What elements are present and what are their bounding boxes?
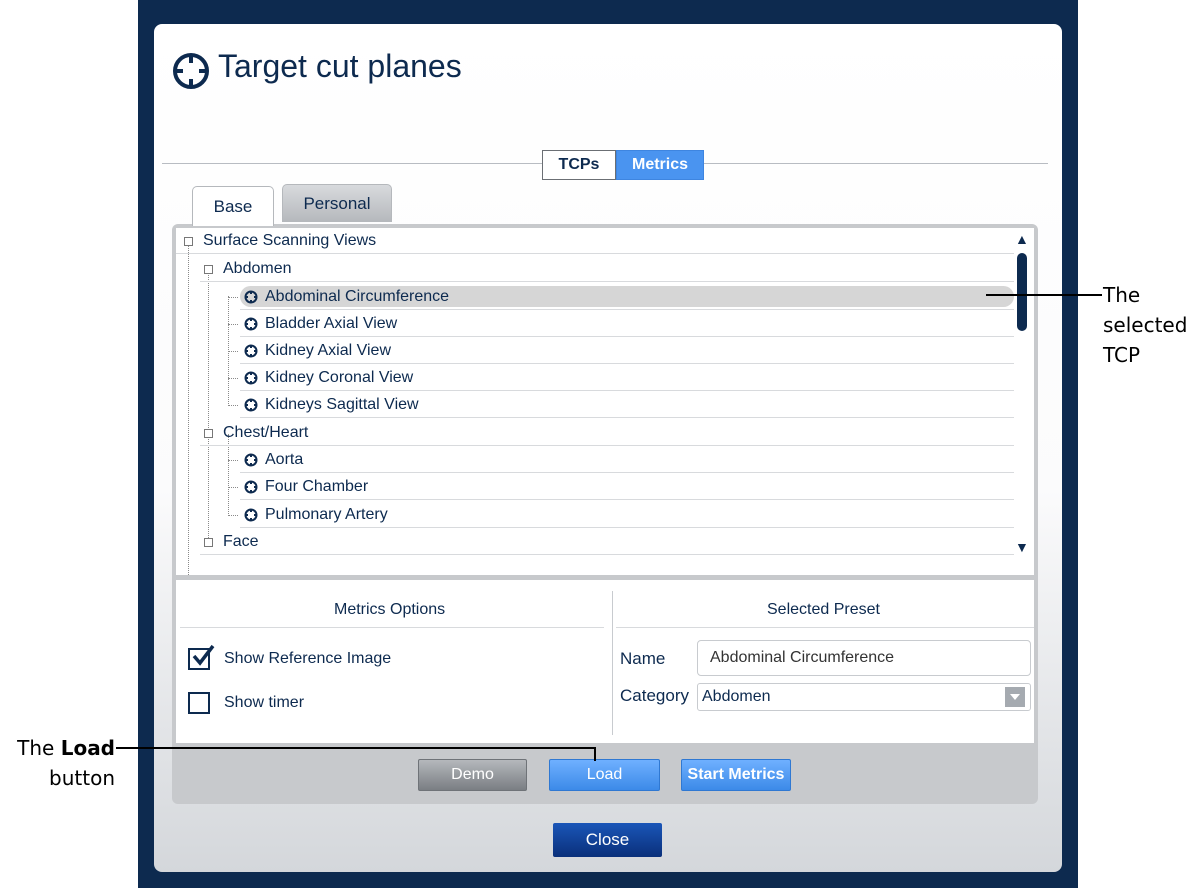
tree-item-kidney-axial-view[interactable]: Kidney Axial View [240, 338, 1014, 364]
target-icon [244, 398, 258, 412]
metrics-options-title: Metrics Options [334, 601, 446, 618]
scroll-up-arrow[interactable]: ▲ [1015, 231, 1029, 247]
scroll-down-arrow[interactable]: ▼ [1015, 539, 1029, 555]
tcps-toggle-button[interactable]: TCPs [542, 150, 616, 180]
tree-node-label: Face [223, 532, 259, 550]
options-divider [612, 591, 613, 735]
load-callout-line [594, 747, 596, 761]
tree-item-kidney-coronal-view[interactable]: Kidney Coronal View [240, 365, 1014, 391]
callout-line-1: The [1103, 283, 1141, 307]
close-button[interactable]: Close [553, 823, 662, 857]
name-label: Name [620, 649, 666, 668]
target-icon [244, 508, 258, 522]
tree-item-kidneys-sagittal-view[interactable]: Kidneys Sagittal View [240, 392, 1014, 418]
tree-connector [228, 487, 238, 488]
tree-connector [228, 460, 238, 461]
tree-connector [228, 378, 238, 379]
scrollbar-thumb[interactable] [1017, 253, 1027, 331]
tree-expander[interactable] [184, 237, 193, 246]
start-metrics-button[interactable]: Start Metrics [681, 759, 791, 791]
target-icon [244, 290, 258, 304]
target-icon [244, 371, 258, 385]
tree-item-label: Kidney Coronal View [265, 368, 414, 386]
tree-item-abdominal-circumference[interactable]: Abdominal Circumference [240, 284, 1014, 310]
tree-item-pulmonary-artery[interactable]: Pulmonary Artery [240, 502, 1014, 528]
tree-expander[interactable] [204, 429, 213, 438]
category-value: Abdomen [702, 688, 771, 705]
tree-connector [228, 405, 238, 406]
tree-connector [228, 515, 238, 516]
tab-personal[interactable]: Personal [282, 184, 392, 222]
tree-item-label: Four Chamber [265, 477, 369, 495]
tree-item-label: Kidneys Sagittal View [265, 395, 419, 413]
tree-node-label: Abdomen [223, 259, 292, 277]
tree-connector [188, 242, 189, 575]
callout-prefix: The [17, 736, 61, 760]
preset-name-field[interactable]: Abdominal Circumference [697, 640, 1031, 676]
metrics-toggle-button[interactable]: Metrics [616, 150, 704, 180]
demo-button[interactable]: Demo [418, 759, 527, 791]
callout-line-2: button [49, 766, 115, 790]
selected-tcp-callout-line [986, 294, 1102, 296]
target-icon [244, 317, 258, 331]
show-timer-checkbox[interactable] [188, 692, 210, 714]
callout-bold: Load [60, 736, 115, 760]
section-divider [616, 627, 1034, 628]
tree-node-surface-scanning-views[interactable]: Surface Scanning Views [176, 228, 1014, 254]
tab-base[interactable]: Base [192, 186, 274, 226]
chevron-down-icon [1005, 687, 1025, 707]
tcp-tree: Surface Scanning Views Abdomen Abdominal… [176, 228, 1034, 575]
tree-expander[interactable] [204, 538, 213, 547]
tree-node-label: Surface Scanning Views [203, 231, 377, 249]
tree-expander[interactable] [204, 265, 213, 274]
tree-connector [228, 297, 238, 298]
tree-item-label: Abdominal Circumference [265, 287, 450, 305]
category-label: Category [620, 686, 689, 705]
check-icon [192, 644, 215, 666]
tree-item-bladder-axial-view[interactable]: Bladder Axial View [240, 311, 1014, 337]
tree-connector [228, 351, 238, 352]
show-reference-image-label: Show Reference Image [224, 650, 392, 667]
target-icon [244, 453, 258, 467]
load-callout-line [116, 747, 596, 749]
tree-node-face[interactable]: Face [200, 529, 1014, 555]
tree-item-four-chamber[interactable]: Four Chamber [240, 474, 1014, 500]
tree-node-abdomen[interactable]: Abdomen [200, 256, 1014, 282]
target-icon [244, 344, 258, 358]
target-icon [173, 53, 209, 89]
selected-preset-title: Selected Preset [767, 601, 880, 618]
tree-item-label: Aorta [265, 450, 304, 468]
target-icon [244, 480, 258, 494]
category-select[interactable]: Abdomen [697, 683, 1031, 711]
tree-node-chest-heart[interactable]: Chest/Heart [200, 420, 1014, 446]
selected-tcp-callout: The selected TCP [1103, 280, 1187, 370]
tree-connector [228, 434, 229, 516]
load-button[interactable]: Load [549, 759, 660, 791]
show-timer-label: Show timer [224, 694, 305, 711]
tree-node-label: Chest/Heart [223, 423, 309, 441]
callout-line-3: TCP [1103, 343, 1141, 367]
tree-item-label: Bladder Axial View [265, 314, 398, 332]
tree-connector [228, 324, 238, 325]
load-callout: The Load button [17, 733, 115, 793]
tree-connector [208, 270, 209, 542]
section-divider [180, 627, 604, 628]
tree-item-aorta[interactable]: Aorta [240, 447, 1014, 473]
dialog-title: Target cut planes [218, 48, 462, 84]
callout-line-2: selected [1103, 313, 1188, 337]
tree-item-label: Pulmonary Artery [265, 505, 388, 523]
tree-item-label: Kidney Axial View [265, 341, 391, 359]
